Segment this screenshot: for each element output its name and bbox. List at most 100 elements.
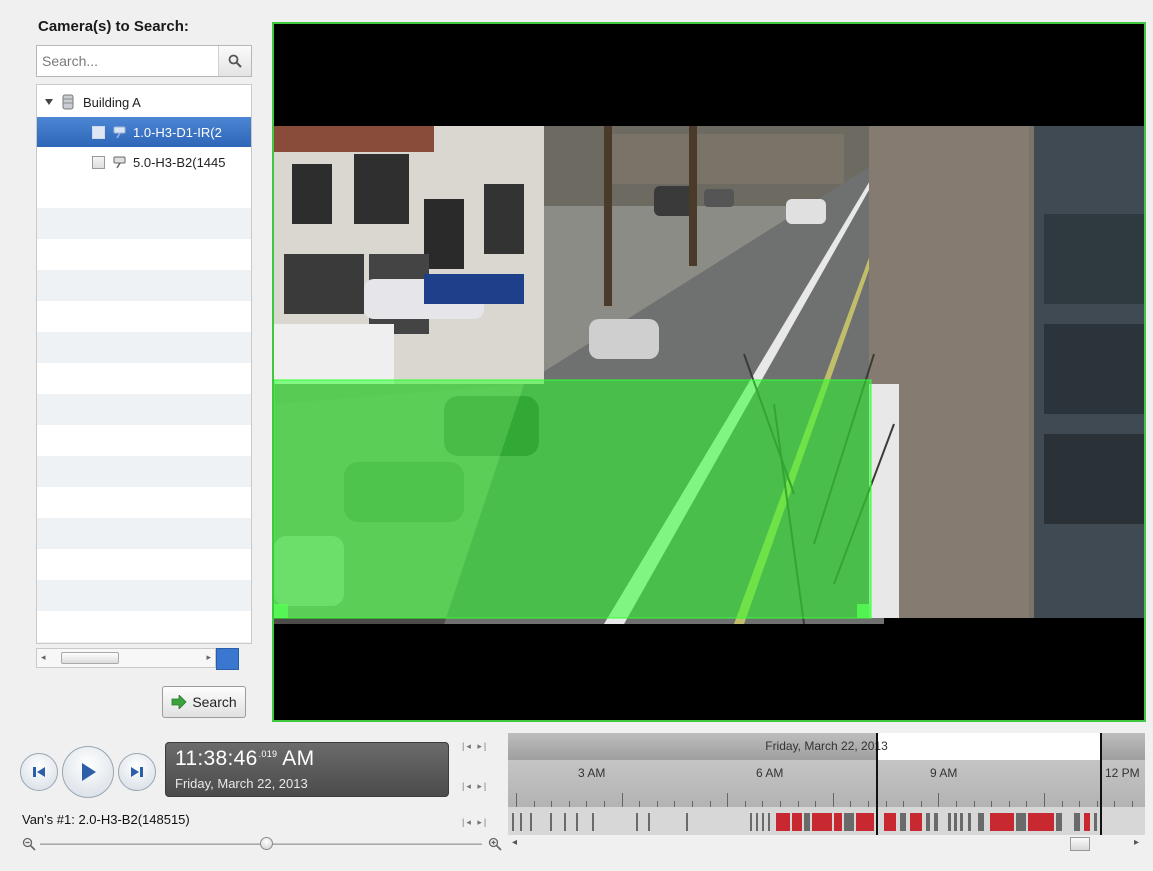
motion-search-region[interactable] — [274, 379, 872, 619]
selection-indicator — [216, 648, 239, 670]
recording-segment — [856, 813, 874, 831]
zoom-slider[interactable] — [22, 835, 502, 853]
camera-search-panel: Camera(s) to Search: Building A — [30, 12, 256, 724]
camera-tree: Building A 1.0-H3-D1-IR(2 5.0-H3-B2(1445 — [36, 84, 252, 644]
zoom-in-icon[interactable] — [488, 837, 502, 851]
current-time: 11:38:46.019 AM — [175, 747, 314, 771]
timeline-date-bar: Friday, March 22, 2013 — [508, 733, 1145, 760]
timeline-recordings[interactable] — [508, 807, 1145, 835]
camera-label: 1.0-H3-D1-IR(2 — [133, 124, 222, 140]
recording-segment — [934, 813, 938, 831]
timeline-tick — [727, 793, 729, 807]
timeline-tick — [938, 793, 940, 807]
scroll-right-icon[interactable]: ▸ — [206, 652, 211, 663]
video-view[interactable] — [272, 22, 1146, 722]
recording-segment — [1056, 813, 1062, 831]
recording-segment — [1094, 813, 1097, 831]
timeline-date-label: Friday, March 22, 2013 — [765, 739, 888, 753]
camera-checkbox[interactable] — [92, 125, 105, 139]
current-time-display: 11:38:46.019 AM Friday, March 22, 2013 — [165, 742, 449, 797]
play-icon — [82, 763, 96, 781]
scroll-left-icon[interactable]: ◂ — [41, 652, 46, 663]
recording-segment — [776, 813, 790, 831]
expand-triangle-icon[interactable] — [45, 99, 53, 105]
scroll-right-icon[interactable]: ▸ — [1134, 837, 1139, 848]
recording-segment — [576, 813, 578, 831]
timeline-range-end-handle[interactable] — [1100, 733, 1102, 835]
recording-segment — [512, 813, 514, 831]
recording-segment — [520, 813, 522, 831]
search-icon-button[interactable] — [218, 46, 251, 76]
camera-label: 5.0-H3-B2(1445 — [133, 154, 226, 170]
scrollbar-thumb[interactable] — [1070, 837, 1090, 851]
recording-segment — [954, 813, 957, 831]
timeline-jump-buttons[interactable]: |◂ ▸| — [462, 817, 488, 828]
recording-segment — [1084, 813, 1090, 831]
panel-title: Camera(s) to Search: — [38, 18, 189, 35]
timeline-tick — [516, 793, 517, 807]
timeline-jump-buttons[interactable]: |◂ ▸| — [462, 741, 488, 752]
search-button-label: Search — [192, 694, 237, 710]
scrollbar-thumb[interactable] — [61, 652, 119, 664]
timeline-tick — [621, 793, 623, 807]
camera-search-input[interactable] — [37, 47, 213, 75]
recording-segment — [762, 813, 764, 831]
timeline-range-start-handle[interactable] — [876, 733, 878, 835]
camera-icon — [113, 126, 126, 139]
building-icon — [62, 94, 74, 110]
tree-group-label: Building A — [83, 94, 141, 110]
step-back-icon — [33, 767, 45, 777]
hour-label: 3 AM — [578, 766, 606, 780]
camera-icon — [113, 156, 126, 169]
timeline-tick — [1044, 793, 1045, 807]
timeline-scrollbar[interactable]: ◂ ▸ — [508, 835, 1145, 853]
timeline[interactable]: Friday, March 22, 2013 3 AM 6 AM 9 AM 12… — [508, 733, 1145, 835]
recording-segment — [768, 813, 770, 831]
zoom-out-icon[interactable] — [22, 837, 36, 851]
recording-segment — [812, 813, 832, 831]
recording-segment — [900, 813, 906, 831]
recording-segment — [968, 813, 971, 831]
tree-camera-row[interactable]: 1.0-H3-D1-IR(2 — [37, 117, 251, 147]
search-icon — [228, 54, 242, 68]
timeline-jump-buttons[interactable]: |◂ ▸| — [462, 781, 488, 792]
recording-segment — [1016, 813, 1026, 831]
recording-segment — [990, 813, 1014, 831]
green-arrow-icon — [171, 695, 187, 709]
recording-segment — [834, 813, 842, 831]
recording-segment — [1028, 813, 1054, 831]
tree-empty-rows — [37, 177, 251, 643]
tree-group-building[interactable]: Building A — [37, 87, 251, 117]
milliseconds: .019 — [258, 749, 278, 759]
recording-segment — [844, 813, 854, 831]
zoom-handle[interactable] — [260, 837, 273, 850]
recording-segment — [592, 813, 594, 831]
recording-segment — [564, 813, 566, 831]
timeline-tick — [832, 793, 834, 807]
tree-horizontal-scrollbar[interactable]: ◂ ▸ — [36, 648, 216, 668]
time-value: 11:38:46 — [175, 747, 258, 770]
step-back-button[interactable] — [20, 753, 58, 791]
recording-segment — [884, 813, 896, 831]
active-camera-label: Van's #1: 2.0-H3-B2(148515) — [22, 812, 190, 827]
play-button[interactable] — [62, 746, 114, 798]
playback-controls — [20, 746, 156, 798]
recording-segment — [948, 813, 951, 831]
recording-segment — [804, 813, 810, 831]
step-forward-icon — [131, 767, 143, 777]
tree-camera-row[interactable]: 5.0-H3-B2(1445 — [37, 147, 251, 177]
step-forward-button[interactable] — [118, 753, 156, 791]
recording-segment — [910, 813, 922, 831]
search-button[interactable]: Search — [162, 686, 246, 718]
recording-segment — [960, 813, 963, 831]
camera-search-box — [36, 45, 252, 77]
hour-label: 6 AM — [756, 766, 784, 780]
recording-segment — [978, 813, 984, 831]
camera-checkbox[interactable] — [92, 155, 105, 169]
scroll-left-icon[interactable]: ◂ — [512, 837, 517, 848]
recording-segment — [792, 813, 802, 831]
recording-segment — [530, 813, 532, 831]
recording-segment — [550, 813, 552, 831]
recording-segment — [750, 813, 752, 831]
recording-segment — [926, 813, 930, 831]
